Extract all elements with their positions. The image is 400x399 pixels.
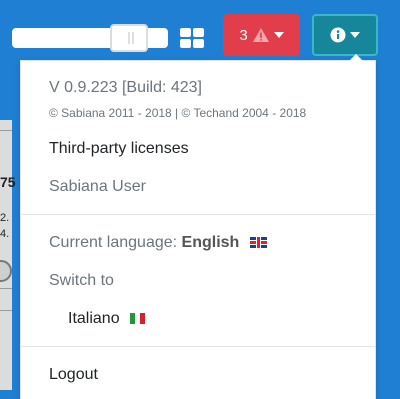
- language-option-label: Italiano: [68, 310, 120, 327]
- grid-view-button[interactable]: [180, 26, 206, 52]
- logout-link[interactable]: Logout: [49, 366, 98, 384]
- switch-to-label: Switch to: [49, 272, 114, 289]
- alerts-button[interactable]: 3: [223, 14, 300, 56]
- third-party-licenses-link[interactable]: Third-party licenses: [49, 140, 189, 158]
- chevron-down-icon: [350, 32, 360, 38]
- info-icon: [330, 27, 346, 43]
- chevron-down-icon: [273, 32, 284, 38]
- background-text: 4.: [0, 228, 10, 240]
- info-menu-button[interactable]: [312, 14, 378, 56]
- copyright-text: © Sabiana 2011 - 2018 | © Techand 2004 -…: [49, 106, 307, 120]
- divider: [0, 130, 12, 131]
- italy-flag-icon: [130, 313, 146, 324]
- divider: [0, 310, 12, 311]
- menu-arrow: [349, 54, 363, 61]
- info-dropdown-menu: V 0.9.223 [Build: 423] © Sabiana 2011 - …: [20, 54, 376, 399]
- menu-divider: [21, 346, 375, 347]
- version-text: V 0.9.223 [Build: 423]: [49, 79, 202, 96]
- warning-triangle-icon: [252, 28, 269, 42]
- menu-divider: [21, 214, 375, 215]
- divider: [0, 288, 12, 289]
- language-option-italiano[interactable]: Italiano: [68, 310, 146, 328]
- background-content: 75 2. 4.: [0, 120, 16, 390]
- current-language-label: Current language:: [49, 234, 178, 251]
- current-language-value: English: [181, 234, 240, 251]
- alerts-count: 3: [239, 26, 248, 44]
- user-name: Sabiana User: [49, 178, 146, 195]
- uk-flag-icon: [249, 237, 267, 248]
- background-text: 75: [0, 174, 16, 190]
- slider-handle[interactable]: [110, 24, 148, 52]
- background-ring-icon: [0, 260, 12, 282]
- background-text: 2.: [0, 212, 10, 224]
- current-language: Current language: English: [49, 234, 267, 252]
- zoom-slider[interactable]: [12, 24, 168, 52]
